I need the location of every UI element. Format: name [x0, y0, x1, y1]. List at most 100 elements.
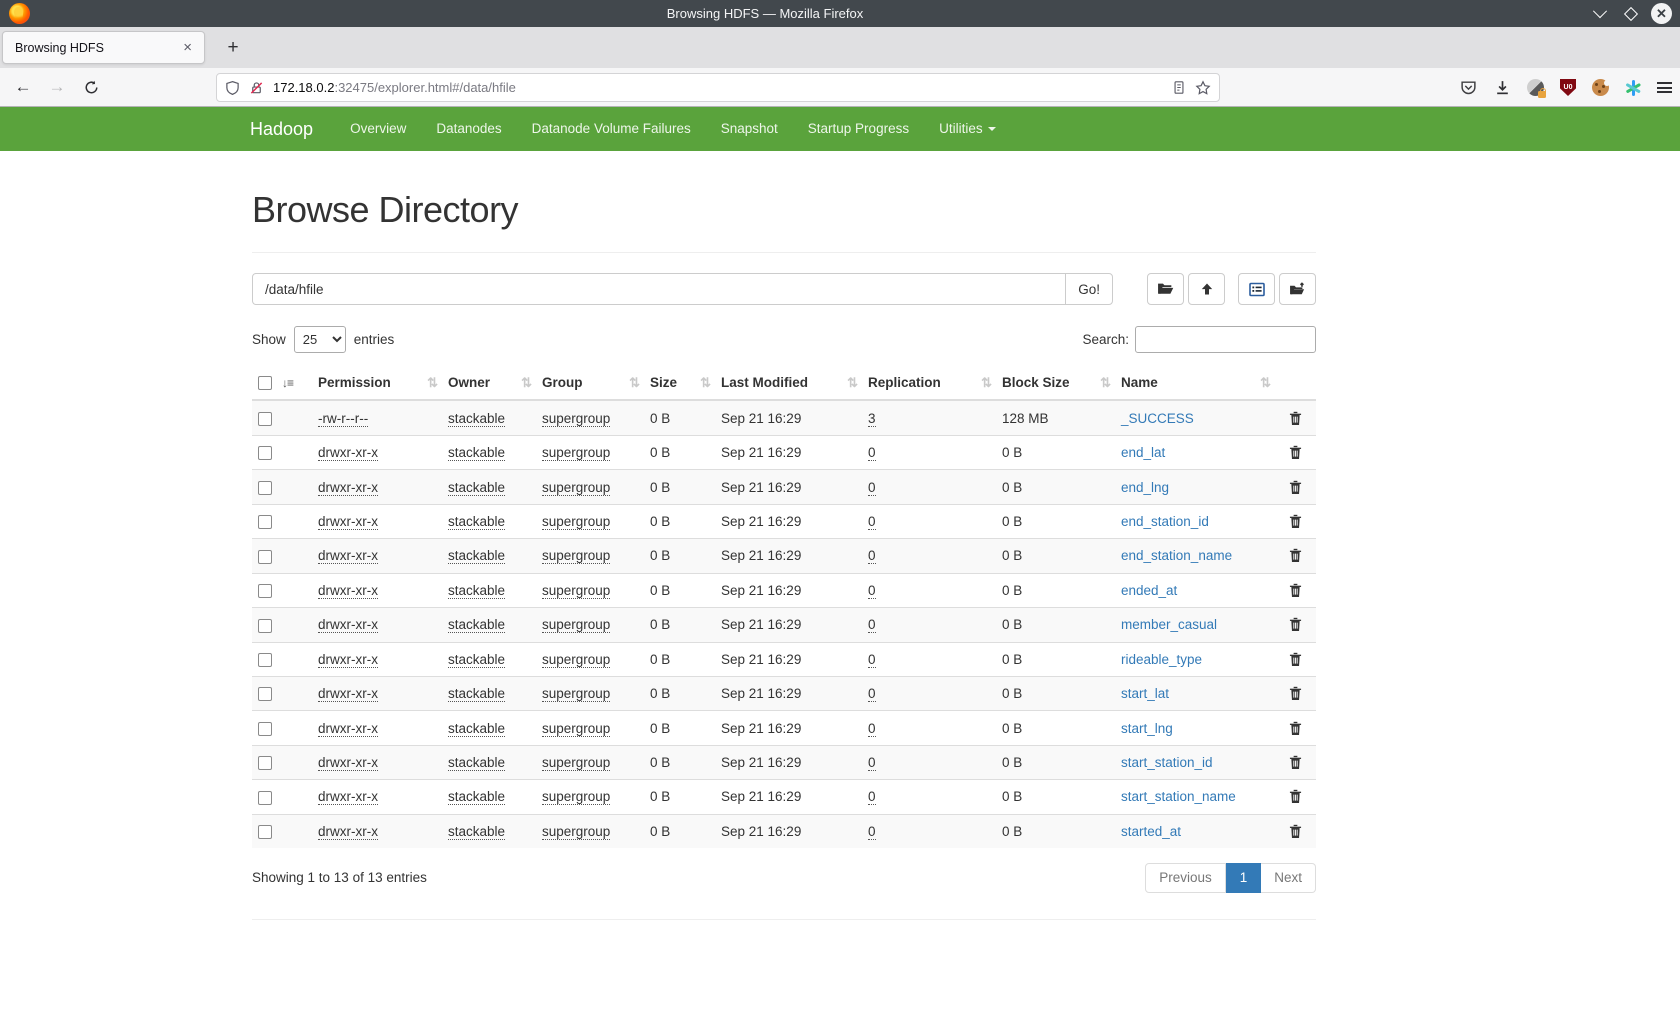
row-checkbox[interactable]: [258, 584, 272, 598]
select-all-header[interactable]: ↓≡: [252, 366, 312, 400]
replication-value[interactable]: 0: [868, 789, 876, 805]
group-value[interactable]: supergroup: [542, 514, 610, 530]
permission-value[interactable]: drwxr-xr-x: [318, 548, 378, 564]
reader-view-icon[interactable]: [1172, 80, 1186, 95]
permission-value[interactable]: drwxr-xr-x: [318, 721, 378, 737]
owner-value[interactable]: stackable: [448, 480, 505, 496]
url-bar[interactable]: 172.18.0.2:32475/explorer.html#/data/hfi…: [216, 73, 1220, 102]
menu-hamburger-icon[interactable]: [1657, 82, 1672, 93]
owner-value[interactable]: stackable: [448, 652, 505, 668]
extension-privacy-icon[interactable]: [1527, 79, 1544, 96]
delete-button[interactable]: [1281, 548, 1310, 563]
owner-value[interactable]: stackable: [448, 445, 505, 461]
row-checkbox[interactable]: [258, 756, 272, 770]
replication-value[interactable]: 0: [868, 514, 876, 530]
row-checkbox[interactable]: [258, 550, 272, 564]
entries-per-page-select[interactable]: 25: [294, 326, 346, 353]
replication-value[interactable]: 0: [868, 617, 876, 633]
file-name-link[interactable]: _SUCCESS: [1121, 411, 1194, 426]
permission-value[interactable]: drwxr-xr-x: [318, 789, 378, 805]
navbar-brand[interactable]: Hadoop: [250, 119, 313, 140]
replication-value[interactable]: 0: [868, 686, 876, 702]
group-value[interactable]: supergroup: [542, 480, 610, 496]
nav-item-startup-progress[interactable]: Startup Progress: [793, 107, 924, 151]
group-value[interactable]: supergroup: [542, 583, 610, 599]
nav-item-snapshot[interactable]: Snapshot: [706, 107, 793, 151]
tab-close-icon[interactable]: ×: [179, 39, 196, 56]
owner-value[interactable]: stackable: [448, 617, 505, 633]
replication-value[interactable]: 0: [868, 480, 876, 496]
nav-dropdown-utilities[interactable]: Utilities: [924, 107, 1011, 151]
delete-button[interactable]: [1281, 583, 1310, 598]
file-name-link[interactable]: rideable_type: [1121, 652, 1202, 667]
replication-value[interactable]: 0: [868, 824, 876, 840]
file-name-link[interactable]: ended_at: [1121, 583, 1177, 598]
directory-path-input[interactable]: [252, 273, 1066, 305]
group-value[interactable]: supergroup: [542, 686, 610, 702]
file-name-link[interactable]: end_station_name: [1121, 548, 1232, 563]
owner-value[interactable]: stackable: [448, 789, 505, 805]
owner-value[interactable]: stackable: [448, 514, 505, 530]
file-name-link[interactable]: end_station_id: [1121, 514, 1209, 529]
group-value[interactable]: supergroup: [542, 721, 610, 737]
row-checkbox[interactable]: [258, 446, 272, 460]
header-group[interactable]: Group⇅: [536, 366, 644, 400]
browser-tab[interactable]: Browsing HDFS ×: [2, 31, 205, 64]
go-button[interactable]: Go!: [1065, 273, 1113, 305]
replication-value[interactable]: 0: [868, 652, 876, 668]
insecure-lock-icon[interactable]: [249, 80, 264, 96]
delete-button[interactable]: [1281, 411, 1310, 426]
file-name-link[interactable]: start_lat: [1121, 686, 1169, 701]
group-value[interactable]: supergroup: [542, 548, 610, 564]
header-size[interactable]: Size⇅: [644, 366, 715, 400]
sparkle-extension-icon[interactable]: [1625, 80, 1641, 96]
replication-value[interactable]: 0: [868, 583, 876, 599]
permission-value[interactable]: drwxr-xr-x: [318, 514, 378, 530]
delete-button[interactable]: [1281, 824, 1310, 839]
url-text[interactable]: 172.18.0.2:32475/explorer.html#/data/hfi…: [273, 80, 1172, 95]
group-value[interactable]: supergroup: [542, 789, 610, 805]
file-name-link[interactable]: member_casual: [1121, 617, 1217, 632]
permission-value[interactable]: drwxr-xr-x: [318, 755, 378, 771]
group-value[interactable]: supergroup: [542, 755, 610, 771]
window-maximize-button[interactable]: [1620, 3, 1641, 24]
group-value[interactable]: supergroup: [542, 617, 610, 633]
delete-button[interactable]: [1281, 652, 1310, 667]
bookmark-star-icon[interactable]: [1195, 80, 1211, 96]
delete-button[interactable]: [1281, 480, 1310, 495]
owner-value[interactable]: stackable: [448, 721, 505, 737]
row-checkbox[interactable]: [258, 515, 272, 529]
nav-item-overview[interactable]: Overview: [335, 107, 421, 151]
row-checkbox[interactable]: [258, 722, 272, 736]
group-value[interactable]: supergroup: [542, 411, 610, 427]
forward-button[interactable]: →: [42, 73, 72, 101]
group-value[interactable]: supergroup: [542, 445, 610, 461]
replication-value[interactable]: 3: [868, 411, 876, 427]
file-name-link[interactable]: end_lng: [1121, 480, 1169, 495]
downloads-icon[interactable]: [1493, 79, 1511, 97]
permission-value[interactable]: drwxr-xr-x: [318, 824, 378, 840]
delete-button[interactable]: [1281, 789, 1310, 804]
replication-value[interactable]: 0: [868, 548, 876, 564]
row-checkbox[interactable]: [258, 653, 272, 667]
header-name[interactable]: Name⇅: [1115, 366, 1275, 400]
permission-value[interactable]: drwxr-xr-x: [318, 617, 378, 633]
owner-value[interactable]: stackable: [448, 411, 505, 427]
group-value[interactable]: supergroup: [542, 652, 610, 668]
window-minimize-button[interactable]: [1589, 3, 1610, 24]
file-name-link[interactable]: start_station_name: [1121, 789, 1236, 804]
pagination-previous-button[interactable]: Previous: [1145, 863, 1226, 893]
set-storage-policy-button[interactable]: [1279, 273, 1316, 305]
search-input[interactable]: [1135, 326, 1316, 353]
replication-value[interactable]: 0: [868, 721, 876, 737]
delete-button[interactable]: [1281, 514, 1310, 529]
header-last-modified[interactable]: Last Modified⇅: [715, 366, 862, 400]
window-close-button[interactable]: ✕: [1651, 3, 1672, 24]
file-name-link[interactable]: started_at: [1121, 824, 1181, 839]
delete-button[interactable]: [1281, 617, 1310, 632]
permission-value[interactable]: drwxr-xr-x: [318, 480, 378, 496]
row-checkbox[interactable]: [258, 619, 272, 633]
tracking-shield-icon[interactable]: [225, 80, 240, 96]
owner-value[interactable]: stackable: [448, 755, 505, 771]
replication-value[interactable]: 0: [868, 755, 876, 771]
